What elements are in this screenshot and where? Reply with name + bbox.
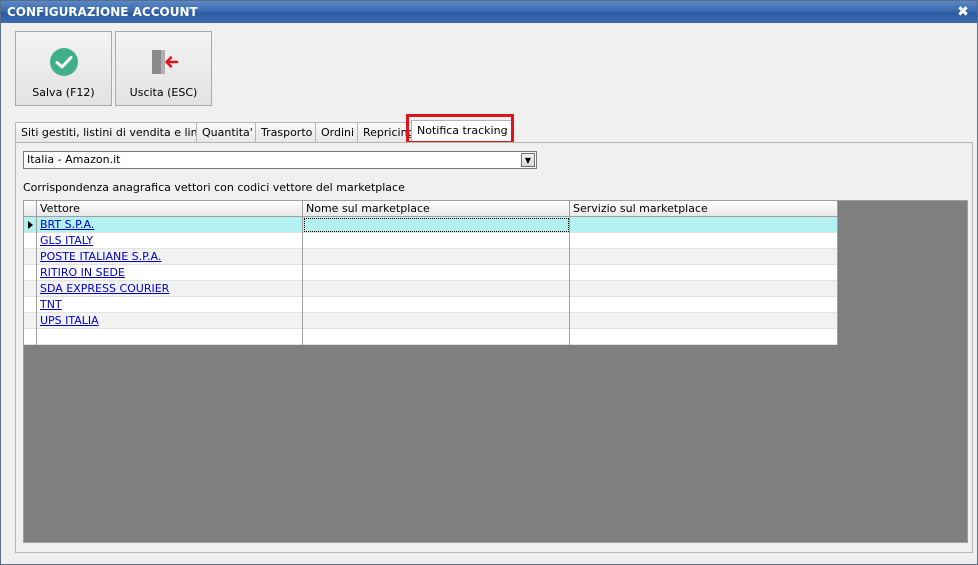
grid-header: Vettore Nome sul marketplace Servizio su… <box>24 201 838 217</box>
table-row[interactable]: TNT <box>24 297 838 313</box>
check-circle-icon <box>50 48 78 76</box>
servizio-cell[interactable] <box>570 233 838 249</box>
nome-cell[interactable] <box>303 329 570 345</box>
close-icon[interactable]: ✖ <box>955 4 971 20</box>
table-row[interactable]: POSTE ITALIANE S.P.A. <box>24 249 838 265</box>
servizio-cell[interactable] <box>570 281 838 297</box>
row-indicator <box>24 313 37 329</box>
table-row[interactable]: GLS ITALY <box>24 233 838 249</box>
current-row-arrow-icon <box>28 221 33 229</box>
nome-cell[interactable] <box>303 249 570 265</box>
servizio-cell[interactable] <box>570 329 838 345</box>
servizio-cell[interactable] <box>570 265 838 281</box>
carrier-link[interactable]: TNT <box>40 298 62 311</box>
carriers-table: Vettore Nome sul marketplace Servizio su… <box>24 201 838 345</box>
exit-button[interactable]: Uscita (ESC) <box>115 31 212 106</box>
table-row[interactable]: UPS ITALIA <box>24 313 838 329</box>
servizio-cell[interactable] <box>570 217 838 233</box>
row-indicator <box>24 281 37 297</box>
exit-button-label: Uscita (ESC) <box>129 86 198 99</box>
tab-quantita[interactable]: Quantita' <box>196 122 259 142</box>
column-header-vettore[interactable]: Vettore <box>37 201 303 217</box>
row-indicator <box>24 233 37 249</box>
marketplace-select[interactable]: Italia - Amazon.it ▼ <box>23 151 537 169</box>
carriers-grid: Vettore Nome sul marketplace Servizio su… <box>23 200 968 543</box>
column-header-servizio[interactable]: Servizio sul marketplace <box>570 201 838 217</box>
row-indicator <box>24 217 37 233</box>
servizio-cell[interactable] <box>570 249 838 265</box>
row-indicator <box>24 249 37 265</box>
tab-siti-gestiti[interactable]: Siti gestiti, listini di vendita e lingu… <box>15 122 225 142</box>
grid-caption: Corrispondenza anagrafica vettori con co… <box>23 181 405 194</box>
marketplace-select-value: Italia - Amazon.it <box>27 153 121 166</box>
servizio-cell[interactable] <box>570 313 838 329</box>
configurazione-account-window: CONFIGURAZIONE ACCOUNT ✖ Salva (F12) Usc… <box>0 0 978 565</box>
servizio-cell[interactable] <box>570 297 838 313</box>
table-row[interactable]: BRT S.P.A. <box>24 217 838 233</box>
table-row[interactable]: RITIRO IN SEDE <box>24 265 838 281</box>
column-header-nome[interactable]: Nome sul marketplace <box>303 201 570 217</box>
nome-cell[interactable] <box>303 313 570 329</box>
carrier-link[interactable]: SDA EXPRESS COURIER <box>40 282 169 295</box>
vettore-cell[interactable] <box>37 329 303 345</box>
nome-cell[interactable] <box>303 233 570 249</box>
nome-cell[interactable] <box>303 217 570 233</box>
table-row-new[interactable] <box>24 329 838 345</box>
table-row[interactable]: SDA EXPRESS COURIER <box>24 281 838 297</box>
save-button[interactable]: Salva (F12) <box>15 31 112 106</box>
tab-ordini[interactable]: Ordini <box>315 122 361 142</box>
window-title: CONFIGURAZIONE ACCOUNT <box>7 5 198 19</box>
carrier-link[interactable]: GLS ITALY <box>40 234 93 247</box>
row-indicator <box>24 265 37 281</box>
client-area: Salva (F12) Uscita (ESC) Siti gestiti, l… <box>1 23 977 564</box>
row-indicator <box>24 297 37 313</box>
tab-trasporto[interactable]: Trasporto <box>255 122 319 142</box>
nome-cell[interactable] <box>303 265 570 281</box>
title-bar[interactable]: CONFIGURAZIONE ACCOUNT ✖ <box>1 1 977 23</box>
tab-strip: Siti gestiti, listini di vendita e lingu… <box>15 120 975 142</box>
tab-panel: Italia - Amazon.it ▼ Corrispondenza anag… <box>15 142 973 553</box>
chevron-down-icon[interactable]: ▼ <box>521 153 535 167</box>
carrier-link[interactable]: UPS ITALIA <box>40 314 99 327</box>
nome-cell[interactable] <box>303 281 570 297</box>
save-button-label: Salva (F12) <box>32 86 95 99</box>
carrier-link[interactable]: BRT S.P.A. <box>40 218 94 231</box>
carrier-link[interactable]: RITIRO IN SEDE <box>40 266 125 279</box>
carrier-link[interactable]: POSTE ITALIANE S.P.A. <box>40 250 161 263</box>
door-exit-icon <box>152 50 179 74</box>
tab-notifica-tracking[interactable]: Notifica tracking <box>411 120 514 142</box>
header-indicator <box>24 201 37 217</box>
row-indicator <box>24 329 37 345</box>
nome-cell[interactable] <box>303 297 570 313</box>
